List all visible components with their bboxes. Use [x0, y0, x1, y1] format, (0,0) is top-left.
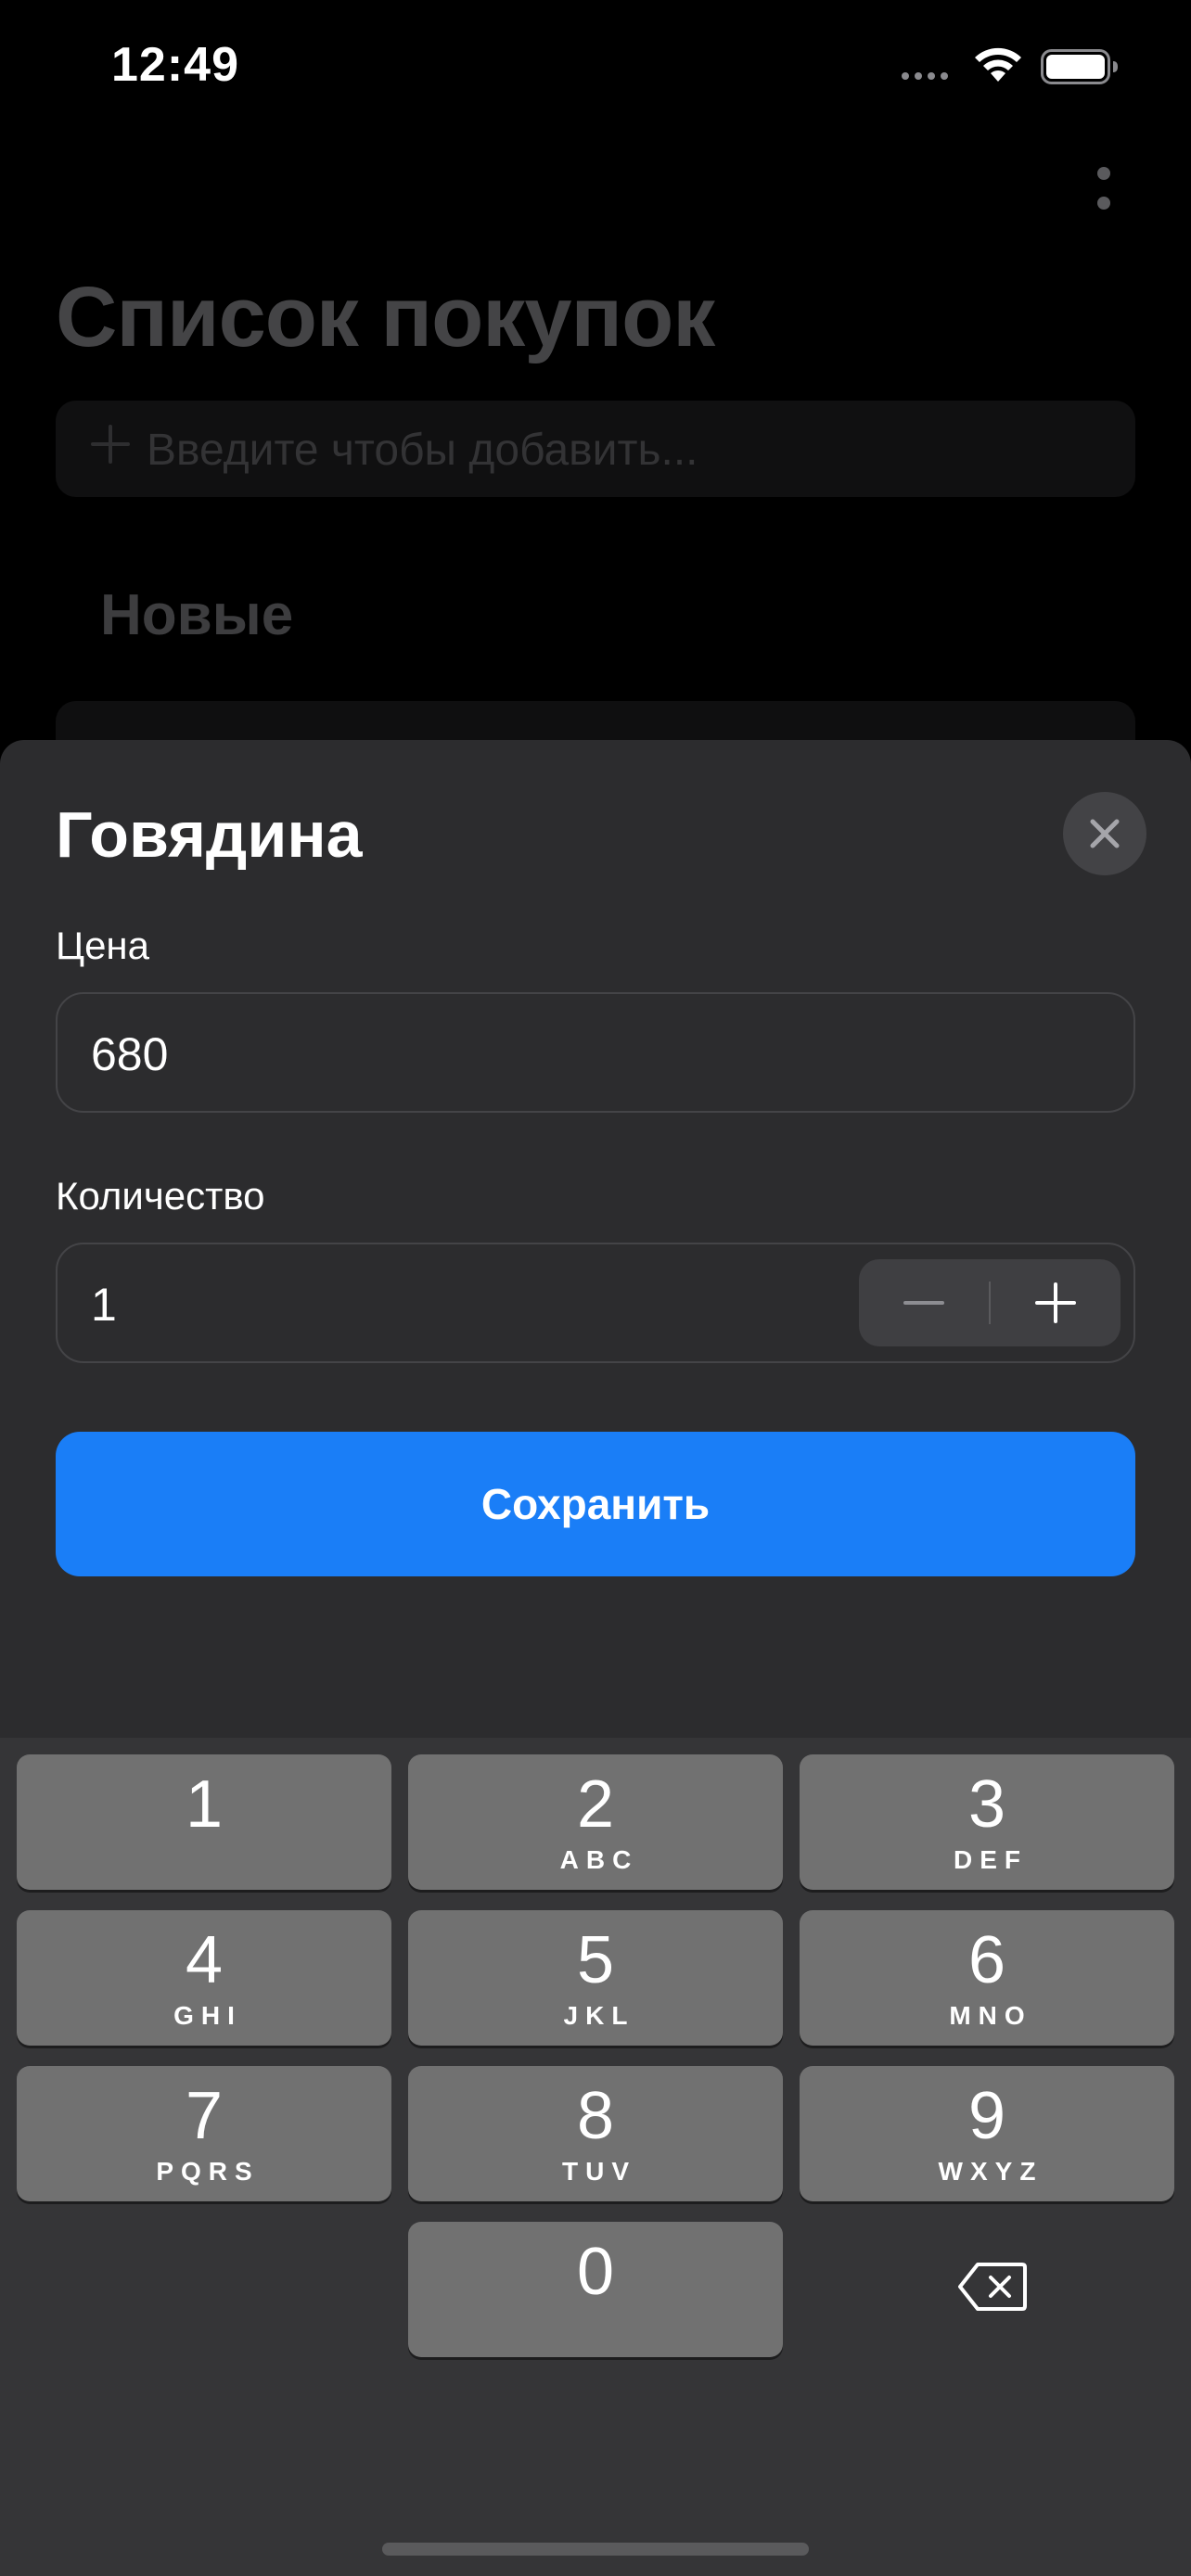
shopping-list-page: Список покупок Введите чтобы добавить...… [0, 0, 1191, 775]
quantity-stepper [859, 1259, 1121, 1346]
section-title: Новые [100, 583, 294, 647]
key-8[interactable]: 8 TUV [408, 2066, 783, 2201]
price-value: 680 [91, 1028, 169, 1080]
quantity-value: 1 [91, 1279, 117, 1331]
key-6[interactable]: 6 MNO [800, 1910, 1174, 2046]
minus-icon [903, 1301, 944, 1305]
price-input[interactable]: 680 [56, 992, 1135, 1113]
plus-icon [91, 425, 130, 464]
key-9[interactable]: 9 WXYZ [800, 2066, 1174, 2201]
decrement-button[interactable] [859, 1259, 989, 1346]
backspace-icon[interactable] [957, 2261, 1028, 2313]
key-2[interactable]: 2 ABC [408, 1754, 783, 1890]
more-button[interactable] [1085, 159, 1122, 219]
numeric-keypad: 1 2 ABC 3 DEF 4 GHI 5 JKL 6 MNO 7 PQRS 8… [0, 1738, 1191, 2576]
save-button[interactable]: Сохранить [56, 1432, 1135, 1576]
page-title: Список покупок [56, 270, 715, 364]
key-1[interactable]: 1 [17, 1754, 391, 1890]
key-0[interactable]: 0 [408, 2222, 783, 2357]
add-item-input[interactable]: Введите чтобы добавить... [56, 401, 1135, 497]
home-indicator [382, 2543, 809, 2556]
key-7[interactable]: 7 PQRS [17, 2066, 391, 2201]
key-3[interactable]: 3 DEF [800, 1754, 1174, 1890]
quantity-input[interactable]: 1 [56, 1243, 1135, 1363]
price-label: Цена [56, 924, 149, 967]
item-title: Говядина [56, 798, 363, 871]
quantity-label: Количество [56, 1174, 265, 1218]
increment-button[interactable] [991, 1259, 1121, 1346]
plus-icon [1035, 1282, 1076, 1323]
close-icon [1090, 819, 1120, 848]
close-button[interactable] [1063, 792, 1146, 875]
key-4[interactable]: 4 GHI [17, 1910, 391, 2046]
add-item-placeholder: Введите чтобы добавить... [147, 426, 698, 475]
key-5[interactable]: 5 JKL [408, 1910, 783, 2046]
